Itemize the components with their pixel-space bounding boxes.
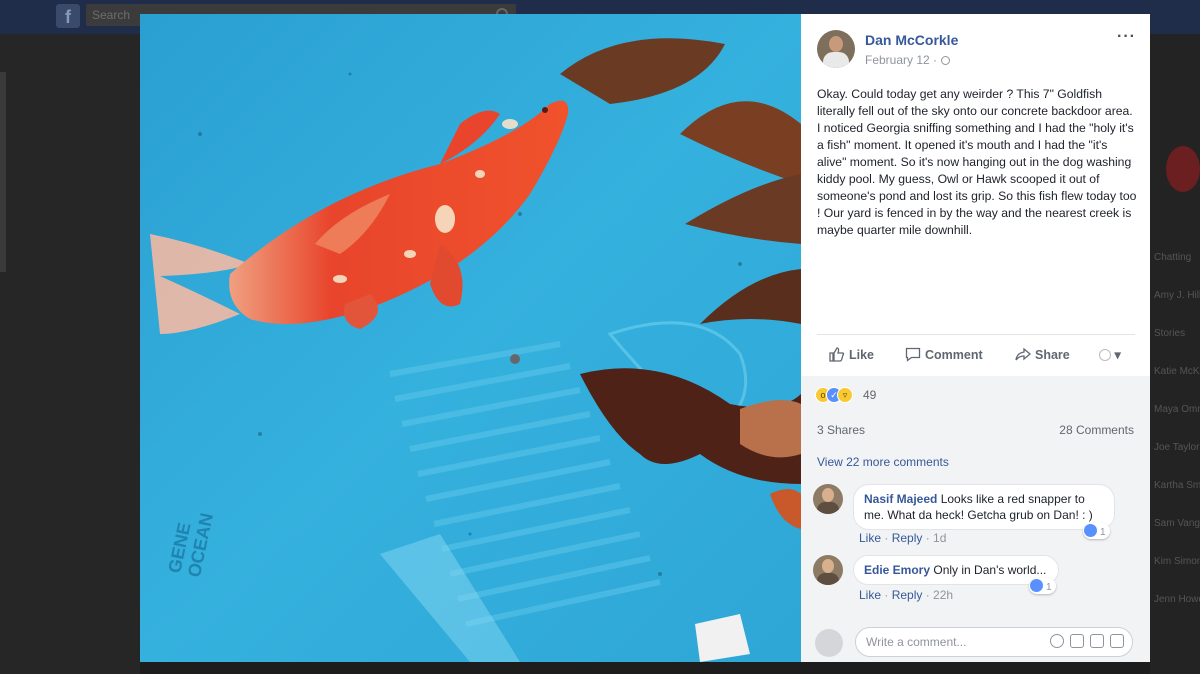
commenter-avatar[interactable]	[813, 484, 843, 514]
facebook-logo-icon[interactable]: f	[56, 4, 80, 28]
post-date[interactable]: February 12 ·	[865, 53, 951, 67]
chat-contact[interactable]: Sam Vang	[1150, 518, 1200, 532]
author-avatar[interactable]	[817, 30, 855, 68]
chevron-down-icon: ▾	[1114, 348, 1121, 362]
like-label: Like	[849, 348, 875, 362]
emoji-icon[interactable]	[1050, 634, 1064, 648]
audience-selector[interactable]: ▾	[1099, 347, 1121, 362]
post-photo[interactable]: GENE OCEAN	[140, 14, 801, 662]
left-panel-edge	[0, 72, 6, 272]
haha-reaction-icon: ▿	[837, 387, 853, 403]
like-button[interactable]: Like	[829, 347, 874, 362]
comment-input[interactable]: Write a comment...	[855, 627, 1133, 657]
chat-contact[interactable]: Katie McK	[1150, 366, 1200, 380]
chat-contact[interactable]: Jenn Howe	[1150, 594, 1200, 608]
search-placeholder: Search	[92, 8, 131, 22]
post-text: Okay. Could today get any weirder ? This…	[817, 87, 1137, 237]
comment-reply-link[interactable]: Reply	[892, 531, 923, 545]
left-overlay	[0, 34, 140, 674]
comment-composer: Write a comment...	[801, 622, 1150, 662]
comment-bubble: Edie Emory Only in Dan's world...	[853, 555, 1059, 585]
comment-icon	[905, 347, 921, 362]
comment-text: Looks like a red snapper to	[940, 492, 1085, 506]
comment-reaction-badge[interactable]: 1	[1029, 578, 1056, 594]
chat-contact[interactable]: Maya Omni	[1150, 404, 1200, 418]
comment-text: Only in Dan's world...	[933, 563, 1047, 577]
chat-contact[interactable]: Kim Simon	[1150, 556, 1200, 570]
like-reaction-icon	[1030, 579, 1043, 592]
comments-count[interactable]: 28 Comments	[1059, 423, 1134, 437]
gif-icon[interactable]	[1090, 634, 1104, 648]
comment-label: Comment	[925, 348, 983, 362]
view-more-comments-link[interactable]: View 22 more comments	[817, 455, 949, 469]
comment-reaction-badge[interactable]: 1	[1083, 523, 1110, 539]
comment-text-continued: me. What da heck! Getcha grub on Dan! : …	[864, 508, 1093, 522]
author-name[interactable]: Dan McCorkle	[865, 32, 958, 48]
chat-avatar	[1166, 146, 1200, 192]
chat-contact[interactable]: Amy J. Hill	[1150, 290, 1200, 304]
thumbs-up-icon	[829, 347, 845, 362]
globe-icon	[941, 56, 951, 65]
commenter-name[interactable]: Nasif Majeed	[864, 492, 937, 506]
chat-contact[interactable]: Kartha Smi	[1150, 480, 1200, 494]
chat-contact[interactable]: Joe Taylor	[1150, 442, 1200, 456]
post-panel: Dan McCorkle February 12 · ··· Okay. Cou…	[801, 14, 1150, 662]
like-reaction-icon	[1084, 524, 1097, 537]
share-label: Share	[1035, 348, 1070, 362]
reaction-count: 49	[863, 388, 877, 402]
share-button[interactable]: Share	[1015, 347, 1070, 362]
comment-time[interactable]: 1d	[933, 531, 946, 545]
comment-meta: Like · Reply · 1d	[859, 531, 947, 545]
comment-input-placeholder: Write a comment...	[866, 635, 967, 649]
comment-like-link[interactable]: Like	[859, 588, 881, 602]
post-actions: Like Comment Share ▾	[817, 334, 1135, 376]
comment-button[interactable]: Comment	[905, 347, 983, 362]
comment-reply-link[interactable]: Reply	[892, 588, 923, 602]
comment-meta: Like · Reply · 22h	[859, 588, 954, 602]
more-options-icon[interactable]: ···	[1117, 28, 1136, 46]
chat-sidebar	[1150, 34, 1200, 674]
goldfish-photo: GENEOCEAN	[140, 14, 801, 662]
share-icon	[1015, 347, 1031, 361]
comment-time[interactable]: 22h	[933, 588, 953, 602]
comment-reaction-count: 1	[1100, 527, 1106, 538]
comments-section: o ✓ ▿ 49 3 Shares 28 Comments View 22 mo…	[801, 376, 1150, 662]
comment-like-link[interactable]: Like	[859, 531, 881, 545]
globe-icon	[1099, 349, 1111, 361]
chat-contact[interactable]: Stories	[1150, 328, 1200, 342]
post-date-text: February 12 ·	[865, 53, 938, 67]
camera-icon[interactable]	[1070, 634, 1084, 648]
comment-reaction-count: 1	[1046, 582, 1052, 593]
commenter-name[interactable]: Edie Emory	[864, 563, 930, 577]
comment-bubble: Nasif Majeed Looks like a red snapper to…	[853, 484, 1115, 530]
commenter-avatar[interactable]	[813, 555, 843, 585]
current-user-avatar	[815, 629, 843, 657]
chat-contact[interactable]: Chatting	[1150, 252, 1200, 266]
composer-icons	[1044, 634, 1124, 651]
shares-count[interactable]: 3 Shares	[817, 423, 865, 437]
sticker-icon[interactable]	[1110, 634, 1124, 648]
